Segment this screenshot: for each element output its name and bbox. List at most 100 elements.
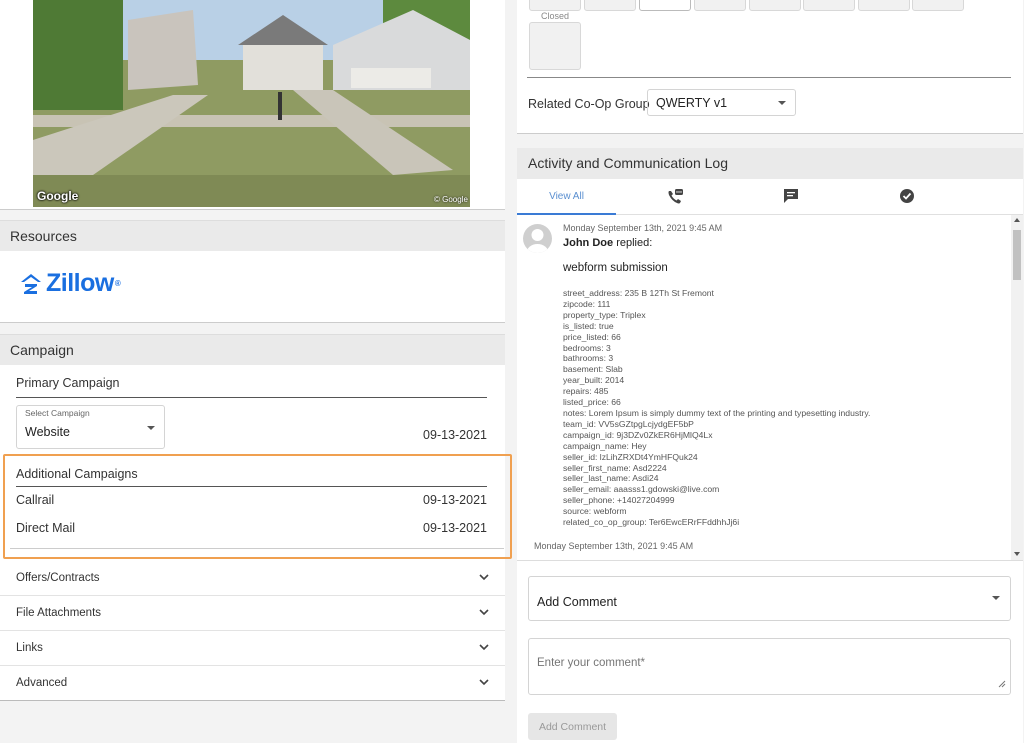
entry-field: team_id: VV5sGZtpgLcjydgEF5bP [563, 418, 694, 429]
activity-tabs: View All [517, 179, 1023, 215]
accordion-label: File Attachments [16, 607, 102, 619]
zillow-logo[interactable]: Zillow ® [20, 269, 121, 298]
avatar [523, 224, 552, 253]
additional-campaign-row: Callrail 09-13-2021 [16, 493, 487, 507]
entry-field: zipcode: 111 [563, 298, 611, 309]
primary-campaign-date: 09-13-2021 [423, 428, 487, 442]
additional-campaigns-title: Additional Campaigns [16, 467, 138, 481]
additional-campaign-name: Callrail [16, 493, 55, 507]
resources-body: Zillow ® [0, 251, 505, 323]
entry-field: listed_price: 66 [563, 397, 621, 408]
entry-author: John Doe replied: [563, 237, 652, 249]
entry-field: campaign_name: Hey [563, 440, 647, 451]
next-entry-date: Monday September 13th, 2021 9:45 AM [534, 541, 694, 551]
status-divider [527, 77, 1011, 78]
add-comment-button[interactable]: Add Comment [528, 713, 617, 740]
street-view-image[interactable] [33, 0, 470, 207]
campaign-select-value: Website [25, 425, 70, 439]
closed-label: Closed [541, 11, 570, 21]
entry-subject: webform submission [563, 262, 668, 274]
entry-field: repairs: 485 [563, 386, 609, 397]
campaign-header: Campaign [0, 334, 505, 365]
status-tile[interactable] [639, 0, 691, 11]
entry-field: seller_phone: +14027204999 [563, 495, 675, 506]
right-column: Closed Related Co-Op Group QWERTY v1 Act… [517, 0, 1023, 743]
additional-campaign-date: 09-13-2021 [423, 493, 487, 507]
primary-divider [16, 397, 487, 398]
entry-action: replied: [616, 237, 653, 249]
google-copyright: © Google [434, 195, 468, 204]
resize-grip-icon[interactable] [998, 680, 1006, 688]
entry-field: notes: Lorem Ipsum is simply dummy text … [563, 407, 871, 418]
entry-fields: street_address: 235 B 12Th St Fremont zi… [563, 288, 870, 528]
additional-campaign-name: Direct Mail [16, 521, 76, 535]
comment-type-select[interactable]: Add Comment [528, 576, 1011, 621]
coop-group-label: Related Co-Op Group [528, 97, 650, 111]
chevron-down-icon [479, 644, 489, 651]
comment-input[interactable] [528, 638, 1011, 695]
zillow-trademark: ® [114, 279, 121, 288]
entry-field: street_address: 235 B 12Th St Fremont [563, 288, 714, 298]
status-tile[interactable] [858, 0, 910, 11]
status-tile[interactable] [529, 0, 581, 11]
message-icon[interactable] [783, 188, 799, 204]
entry-field: property_type: Triplex [563, 309, 646, 320]
phone-chat-icon[interactable] [666, 188, 684, 206]
additional-divider [16, 486, 487, 487]
chevron-down-icon [479, 679, 489, 686]
entry-field: seller_last_name: Asdi24 [563, 473, 659, 484]
scroll-down-arrow-icon[interactable] [1014, 552, 1020, 556]
chevron-down-icon [479, 609, 489, 616]
left-column: Google © Google Resources Zillow ® Campai… [0, 0, 512, 743]
accordion-offers-contracts[interactable]: Offers/Contracts [0, 561, 505, 596]
check-circle-icon[interactable] [899, 188, 915, 204]
accordion-label: Links [16, 642, 43, 654]
status-tile[interactable] [584, 0, 636, 11]
chevron-down-icon [479, 574, 489, 581]
status-tile[interactable] [694, 0, 746, 11]
accordion-advanced[interactable]: Advanced [0, 666, 505, 701]
entry-field: campaign_id: 9j3DZv0ZkER6HjMlQ4Lx [563, 429, 713, 440]
tab-view-all[interactable]: View All [517, 179, 616, 215]
comment-area: Add Comment Add Comment [517, 561, 1023, 743]
entry-field: source: webform [563, 506, 627, 517]
google-logo: Google [37, 189, 79, 203]
entry-user-name: John Doe [563, 237, 614, 249]
scroll-thumb[interactable] [1013, 230, 1021, 280]
entry-field: seller_id: lzLihZRXDt4YmHFQuk24 [563, 451, 698, 462]
status-card: Closed Related Co-Op Group QWERTY v1 [517, 0, 1023, 134]
status-tile[interactable] [749, 0, 801, 11]
zillow-wordmark: Zillow [46, 269, 114, 297]
accordion-label: Offers/Contracts [16, 572, 100, 584]
user-avatar-icon [526, 229, 549, 253]
caret-down-icon [147, 426, 155, 430]
additional-campaign-date: 09-13-2021 [423, 521, 487, 535]
additional-campaign-row: Direct Mail 09-13-2021 [16, 521, 487, 535]
entry-field: year_built: 2014 [563, 375, 625, 386]
coop-group-select[interactable]: QWERTY v1 [647, 89, 796, 116]
coop-group-value: QWERTY v1 [656, 96, 728, 110]
entry-field: seller_first_name: Asd2224 [563, 462, 667, 473]
accordion-links[interactable]: Links [0, 631, 505, 666]
zillow-icon [21, 273, 41, 294]
closed-status-tile[interactable] [529, 22, 581, 70]
campaign-select-label: Select Campaign [25, 408, 90, 418]
caret-down-icon [778, 101, 786, 105]
log-scrollbar[interactable] [1011, 215, 1023, 560]
resources-header: Resources [0, 220, 505, 251]
activity-log-body: Monday September 13th, 2021 9:45 AM John… [517, 215, 1023, 561]
entry-field: related_co_op_group: Ter6EwcERrFFddhhJj6… [563, 517, 740, 528]
entry-field: seller_email: aaasss1.gdowski@live.com [563, 484, 720, 495]
additional-bottom-divider [10, 548, 504, 549]
scroll-up-arrow-icon[interactable] [1014, 218, 1020, 222]
entry-field: bedrooms: 3 [563, 342, 611, 353]
comment-type-value: Add Comment [537, 595, 617, 609]
primary-campaign-title: Primary Campaign [16, 376, 120, 390]
caret-down-icon [992, 596, 1000, 600]
accordion-file-attachments[interactable]: File Attachments [0, 596, 505, 631]
status-tile[interactable] [912, 0, 964, 11]
entry-field: price_listed: 66 [563, 331, 621, 342]
status-tile[interactable] [803, 0, 855, 11]
accordion-label: Advanced [16, 677, 68, 689]
campaign-select[interactable]: Select Campaign Website [16, 405, 165, 449]
